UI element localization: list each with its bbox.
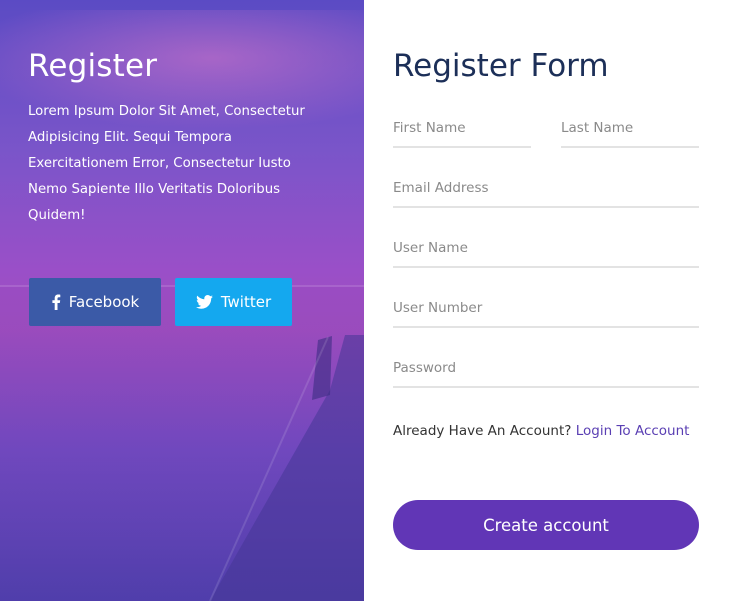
account-prompt-block: Already Have An Account? Login To Accoun… bbox=[393, 418, 693, 444]
hero-description: Lorem Ipsum Dolor Sit Amet, Consectetur … bbox=[28, 104, 305, 223]
hero-panel: Register Lorem Ipsum Dolor Sit Amet, Con… bbox=[0, 0, 364, 601]
hero-title: Register bbox=[28, 48, 158, 84]
register-form-panel: Register Form Already Have An Account? L… bbox=[364, 0, 729, 601]
facebook-label: Facebook bbox=[68, 293, 140, 311]
last-name-input[interactable] bbox=[561, 110, 699, 148]
twitter-button[interactable]: Twitter bbox=[175, 278, 292, 326]
account-prompt: Already Have An Account? bbox=[393, 423, 572, 439]
username-input[interactable] bbox=[393, 230, 699, 268]
facebook-icon bbox=[52, 294, 61, 310]
login-link[interactable]: Login To Account bbox=[576, 423, 690, 439]
form-title: Register Form bbox=[393, 48, 609, 84]
first-name-input[interactable] bbox=[393, 110, 531, 148]
password-input[interactable] bbox=[393, 350, 699, 388]
facebook-button[interactable]: Facebook bbox=[29, 278, 161, 326]
twitter-icon bbox=[195, 295, 213, 309]
create-account-button[interactable]: Create account bbox=[393, 500, 699, 550]
user-number-input[interactable] bbox=[393, 290, 699, 328]
email-input[interactable] bbox=[393, 170, 699, 208]
twitter-label: Twitter bbox=[220, 293, 272, 311]
